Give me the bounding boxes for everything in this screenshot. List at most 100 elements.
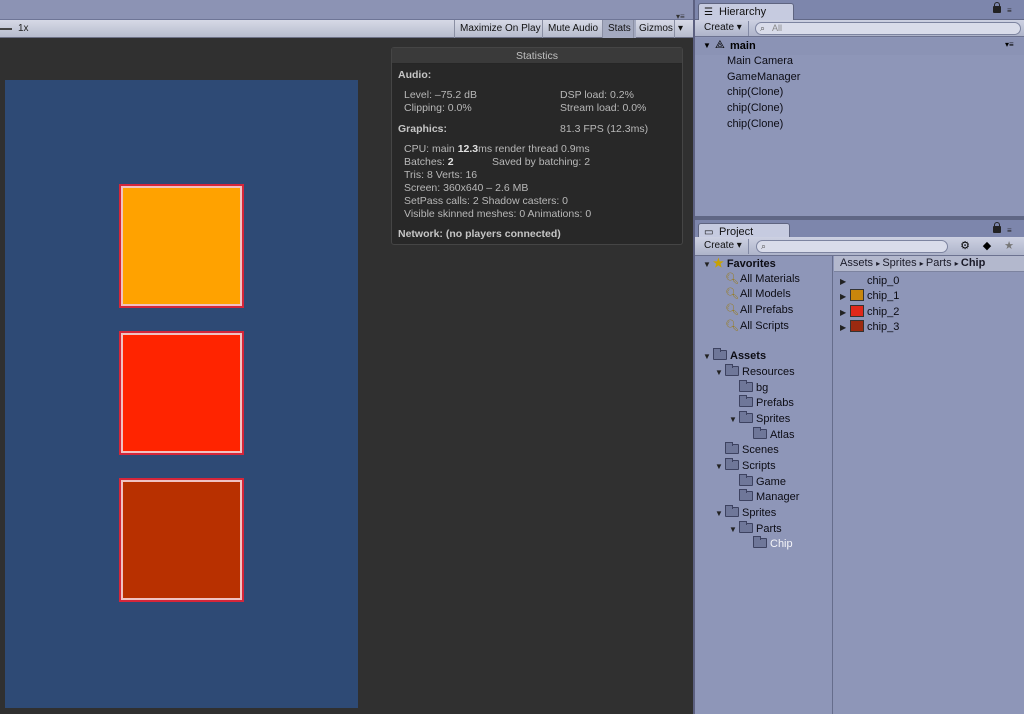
audio-level: Level: –75.2 dB [404,89,477,101]
asset-item[interactable]: ▶ chip_1 [840,289,899,304]
folder-sprites-resources[interactable]: ▼ Sprites [729,411,790,427]
statistics-panel: Statistics Audio: Level: –75.2 dB Clippi… [391,47,683,245]
maximize-on-play-button[interactable]: Maximize On Play [454,20,546,38]
folder-bg[interactable]: bg [739,380,768,396]
breadcrumb-assets[interactable]: Assets [840,257,873,269]
folder-game[interactable]: Game [739,474,786,490]
favorite-item[interactable]: 🔍︎All Models [725,287,791,302]
scene-row[interactable]: ▼ ⟁ main ▾≡ [695,38,1024,55]
chip-sprite[interactable] [119,331,244,455]
search-icon: 🔍︎ [725,288,739,300]
expand-arrow-icon[interactable]: ▼ [715,459,725,474]
hierarchy-item[interactable]: GameManager [727,71,800,83]
expand-arrow-icon[interactable]: ▼ [703,257,713,272]
asset-item[interactable]: ▶ chip_3 [840,320,899,335]
hierarchy-item[interactable]: Main Camera [727,55,793,67]
mute-audio-button[interactable]: Mute Audio [542,20,603,38]
project-create-button[interactable]: Create ▾ [698,239,749,254]
favorites-row[interactable]: ▼ ★ Favorites [703,256,776,271]
folder-manager[interactable]: Manager [739,489,799,505]
fps-readout: 81.3 FPS (12.3ms) [560,123,649,135]
chip-sprite[interactable] [119,478,244,602]
assets-row[interactable]: ▼ Assets [703,348,766,364]
folder-icon [725,442,739,454]
filter-by-type-icon[interactable]: ⚙ [955,239,975,252]
skinned-stat: Visible skinned meshes: 0 Animations: 0 [404,208,592,220]
expand-arrow-icon[interactable]: ▶ [840,320,850,335]
hierarchy-search-input[interactable]: ⌕ All [755,22,1021,35]
tab-hierarchy[interactable]: ☰ Hierarchy [698,3,794,20]
expand-arrow-icon[interactable]: ▼ [715,365,725,380]
expand-arrow-icon[interactable]: ▼ [703,349,713,364]
breadcrumb-sprites[interactable]: Sprites [882,257,916,269]
sprite-thumbnail [850,274,864,286]
asset-item[interactable]: ▶ chip_0 [840,274,899,289]
scene-menu-icon[interactable]: ▾≡ [1005,40,1014,49]
graphics-header: Graphics: [398,123,448,135]
scale-label: 1x [18,23,29,34]
folder-scripts[interactable]: ▼ Scripts [715,458,776,474]
expand-arrow-icon[interactable]: ▶ [840,305,850,320]
chip-sprite[interactable] [119,184,244,308]
project-contents: Assets ▸ Sprites ▸ Parts ▸ Chip ▶ chip_0 … [834,256,1024,714]
search-icon: ⌕ [760,23,766,33]
expand-arrow-icon[interactable]: ▼ [729,522,739,537]
scale-slider[interactable] [0,28,12,30]
project-folder-tree: ▼ ★ Favorites 🔍︎All Materials 🔍︎All Model… [697,256,833,714]
asset-item[interactable]: ▶ chip_2 [840,305,899,320]
folder-resources[interactable]: ▼ Resources [715,364,795,380]
expand-arrow-icon[interactable]: ▼ [703,41,711,50]
tab-hierarchy-label: Hierarchy [719,6,767,18]
search-icon: 🔍︎ [725,273,739,285]
lock-icon[interactable] [993,222,1001,233]
folder-icon [739,395,753,407]
expand-arrow-icon[interactable]: ▼ [715,506,725,521]
network-stat: Network: (no players connected) [398,228,561,240]
panel-menu-icon[interactable]: ≡ [1007,226,1012,235]
gizmos-dropdown-icon[interactable]: ▾ [674,20,686,38]
favorite-item[interactable]: 🔍︎All Scripts [725,319,789,334]
hierarchy-icon: ☰ [704,7,713,18]
hierarchy-toolbar: Create ▾ ⌕ All [695,20,1024,37]
folder-sprites[interactable]: ▼ Sprites [715,505,776,521]
search-icon: 🔍︎ [725,304,739,316]
breadcrumb: Assets ▸ Sprites ▸ Parts ▸ Chip [834,256,1024,272]
breadcrumb-chip[interactable]: Chip [961,257,985,269]
hierarchy-create-button[interactable]: Create ▾ [698,21,749,36]
project-search-input[interactable]: ⌕ [756,240,948,253]
folder-icon [753,427,767,439]
stats-button[interactable]: Stats [602,20,636,38]
folder-scenes[interactable]: Scenes [725,442,779,458]
stream-load: Stream load: 0.0% [560,102,647,114]
folder-icon [739,380,753,392]
folder-icon [739,411,753,423]
folder-parts[interactable]: ▼ Parts [729,521,782,537]
game-canvas[interactable] [5,80,358,708]
star-icon: ★ [713,256,724,270]
breadcrumb-parts[interactable]: Parts [926,257,952,269]
hierarchy-list: ▼ ⟁ main ▾≡ Main Camera GameManager chip… [695,38,1024,216]
hierarchy-item[interactable]: chip(Clone) [727,86,783,98]
folder-atlas[interactable]: Atlas [753,427,794,443]
gizmos-button[interactable]: Gizmos [633,20,678,38]
favorite-item[interactable]: 🔍︎All Materials [725,272,800,287]
screen-stat: Screen: 360x640 – 2.6 MB [404,182,529,194]
star-icon[interactable]: ★ [999,239,1019,252]
panel-menu-icon[interactable]: ≡ [1007,6,1012,15]
expand-arrow-icon[interactable]: ▶ [840,274,850,289]
expand-arrow-icon[interactable]: ▼ [729,412,739,427]
folder-icon [753,536,767,548]
folder-chip[interactable]: Chip [753,536,793,552]
hierarchy-item[interactable]: chip(Clone) [727,102,783,114]
favorite-item[interactable]: 🔍︎All Prefabs [725,303,793,318]
folder-prefabs[interactable]: Prefabs [739,395,794,411]
hierarchy-item[interactable]: chip(Clone) [727,118,783,130]
audio-header: Audio: [398,69,432,81]
search-icon: ⌕ [761,241,767,251]
search-placeholder: All [772,23,783,33]
lock-icon[interactable] [993,2,1001,13]
expand-arrow-icon[interactable]: ▶ [840,289,850,304]
hierarchy-tabbar: ☰ Hierarchy ≡ [695,0,1024,20]
filter-by-label-icon[interactable]: ◆ [977,239,997,252]
folder-icon [739,489,753,501]
